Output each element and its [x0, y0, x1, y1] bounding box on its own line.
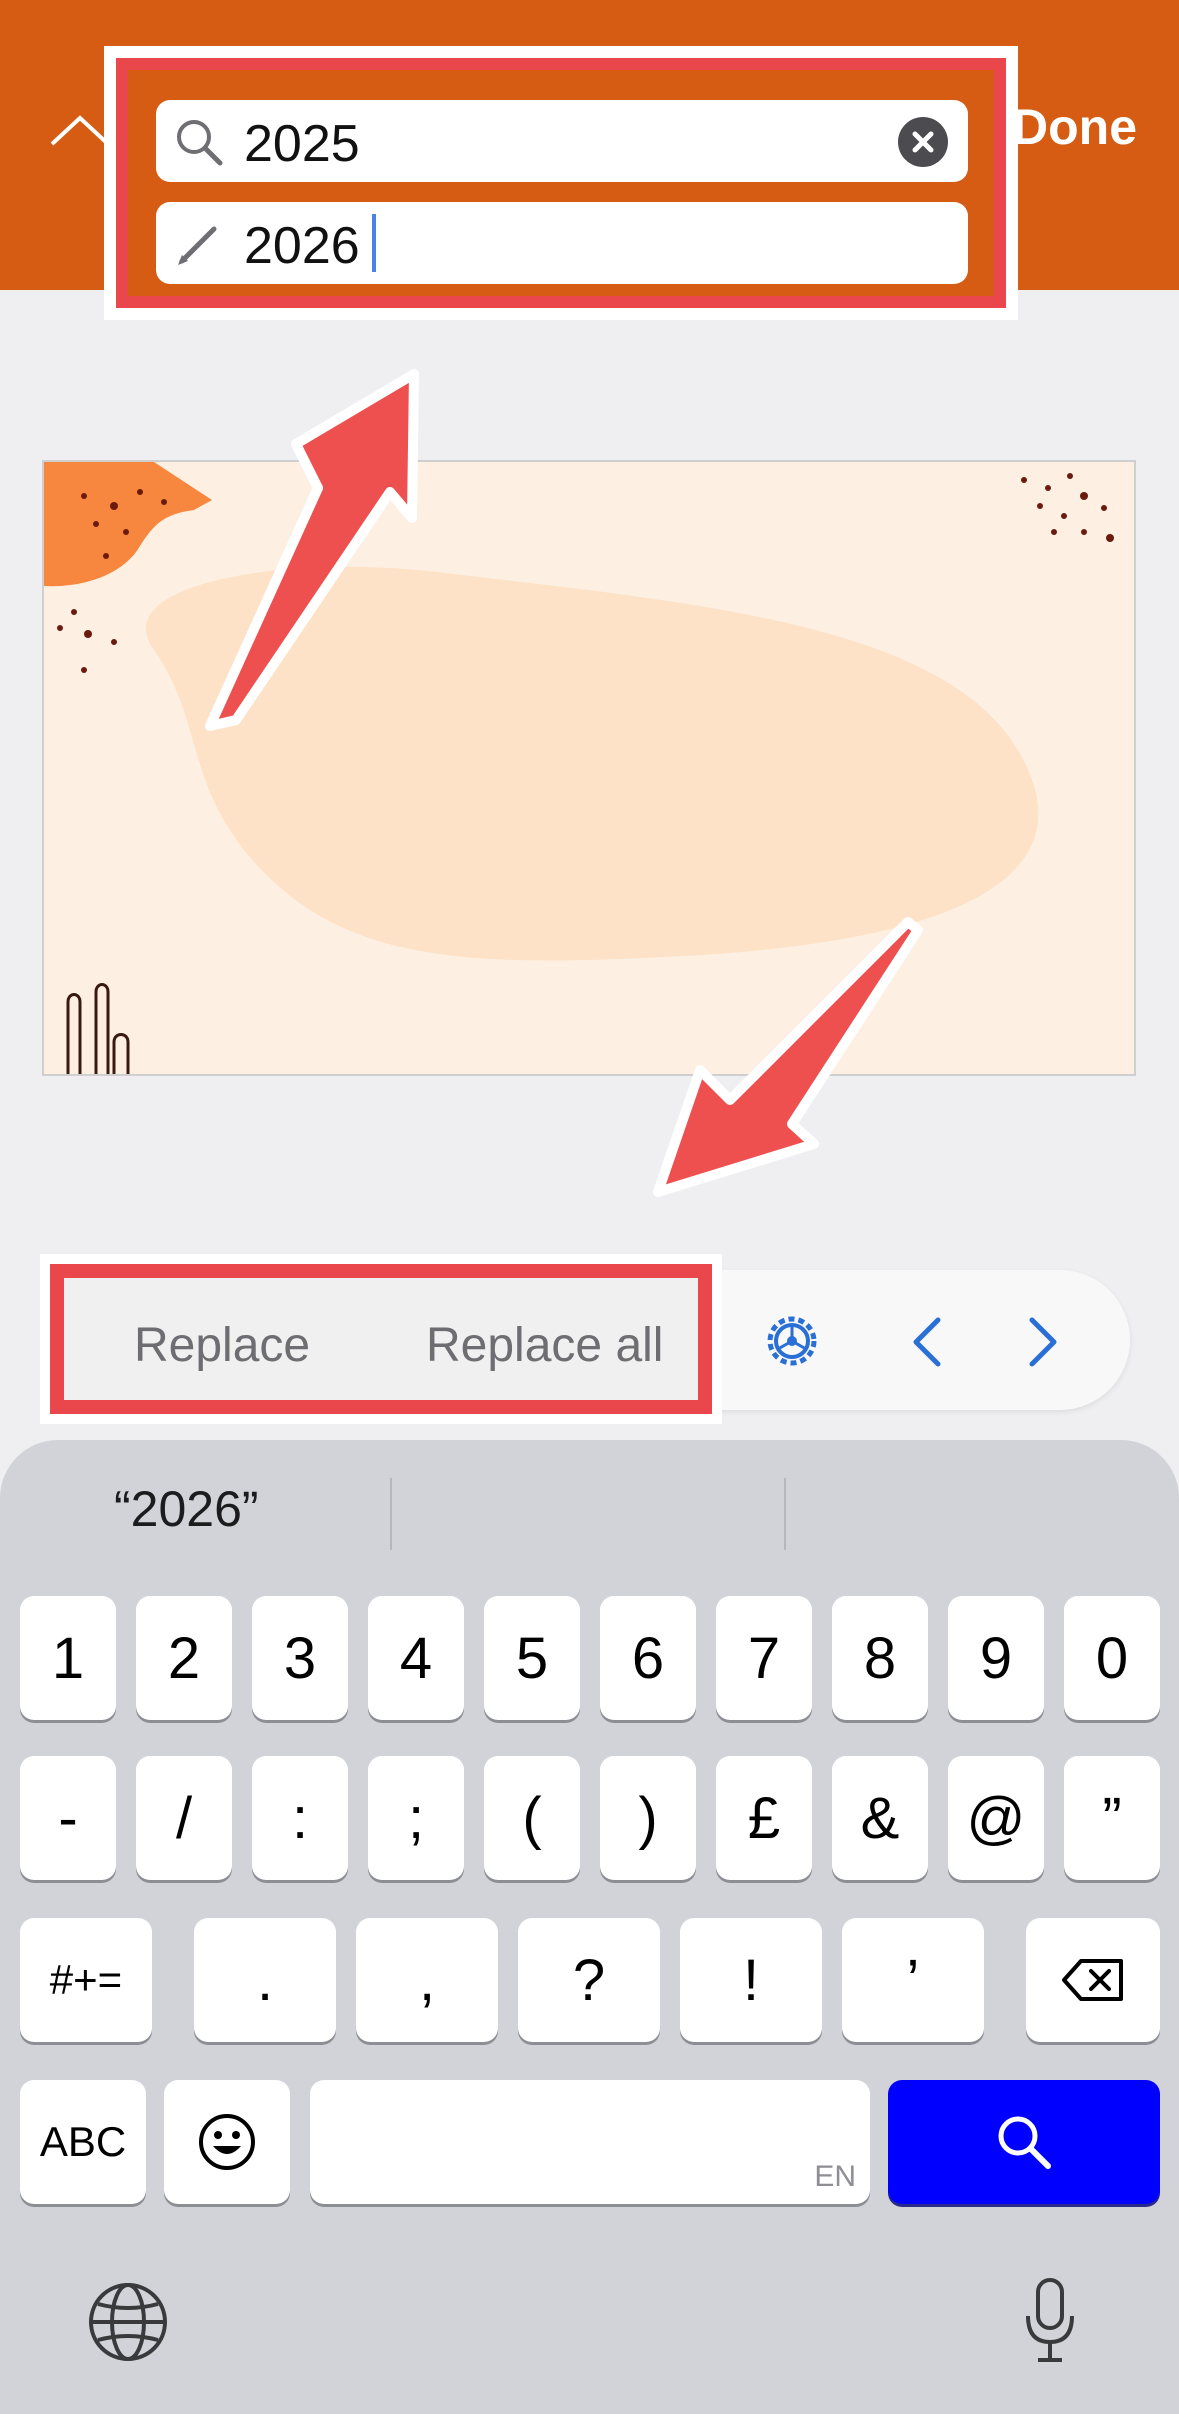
abc-key[interactable]: ABC [20, 2080, 146, 2204]
key-apostrophe[interactable]: ’ [842, 1918, 984, 2042]
clear-icon[interactable] [898, 117, 948, 167]
key-0[interactable]: 0 [1064, 1596, 1160, 1720]
gear-icon[interactable] [762, 1311, 822, 1371]
key-6[interactable]: 6 [600, 1596, 696, 1720]
microphone-icon[interactable] [1022, 2276, 1078, 2366]
key-4[interactable]: 4 [368, 1596, 464, 1720]
key-semicolon[interactable]: ; [368, 1756, 464, 1880]
find-field[interactable]: 2025 [156, 100, 968, 182]
key-ampersand[interactable]: & [832, 1756, 928, 1880]
key-period[interactable]: . [194, 1918, 336, 2042]
key-question[interactable]: ? [518, 1918, 660, 2042]
backspace-icon [1062, 1959, 1123, 2001]
search-icon [998, 2116, 1051, 2169]
suggestion-bar: “2026” [0, 1440, 1179, 1570]
suggestion-item[interactable]: “2026” [114, 1480, 259, 1538]
replace-all-button[interactable]: Replace all [426, 1318, 663, 1373]
pencil-icon [178, 226, 217, 265]
slide-preview[interactable] [42, 460, 1136, 1076]
key-3[interactable]: 3 [252, 1596, 348, 1720]
key-1[interactable]: 1 [20, 1596, 116, 1720]
emoji-key[interactable] [164, 2080, 290, 2204]
key-at[interactable]: @ [948, 1756, 1044, 1880]
key-comma[interactable]: , [356, 1918, 498, 2042]
text-cursor [372, 214, 376, 272]
replace-buttons-highlight: Replace Replace all [40, 1254, 722, 1424]
done-button[interactable]: Done [1012, 98, 1137, 156]
chevron-up-icon[interactable] [48, 110, 112, 150]
key-9[interactable]: 9 [948, 1596, 1044, 1720]
key-8[interactable]: 8 [832, 1596, 928, 1720]
chevron-right-icon[interactable] [1024, 1314, 1064, 1370]
suggestion-divider [390, 1478, 392, 1550]
key-hyphen[interactable]: - [20, 1756, 116, 1880]
key-5[interactable]: 5 [484, 1596, 580, 1720]
search-key[interactable] [888, 2080, 1160, 2204]
globe-icon[interactable] [86, 2280, 170, 2364]
key-close-paren[interactable]: ) [600, 1756, 696, 1880]
key-exclamation[interactable]: ! [680, 1918, 822, 2042]
replace-field[interactable]: 2026 [156, 202, 968, 284]
replace-input-value: 2026 [244, 217, 360, 275]
space-key[interactable]: EN [310, 2080, 870, 2204]
slide-decoration [44, 462, 1114, 1074]
suggestion-divider [784, 1478, 786, 1550]
keyboard-language: EN [814, 2160, 856, 2193]
key-colon[interactable]: : [252, 1756, 348, 1880]
delete-key[interactable] [1026, 1918, 1160, 2042]
find-replace-highlight: 2025 2026 [104, 46, 1018, 320]
symbols-key[interactable]: #+= [20, 1918, 152, 2042]
key-2[interactable]: 2 [136, 1596, 232, 1720]
key-pound[interactable]: £ [716, 1756, 812, 1880]
emoji-icon [199, 2114, 255, 2170]
find-input-value: 2025 [244, 115, 360, 173]
key-open-paren[interactable]: ( [484, 1756, 580, 1880]
key-7[interactable]: 7 [716, 1596, 812, 1720]
key-slash[interactable]: / [136, 1756, 232, 1880]
search-icon [177, 120, 223, 166]
chevron-left-icon[interactable] [906, 1314, 946, 1370]
key-quote[interactable]: ” [1064, 1756, 1160, 1880]
replace-button[interactable]: Replace [134, 1318, 310, 1373]
